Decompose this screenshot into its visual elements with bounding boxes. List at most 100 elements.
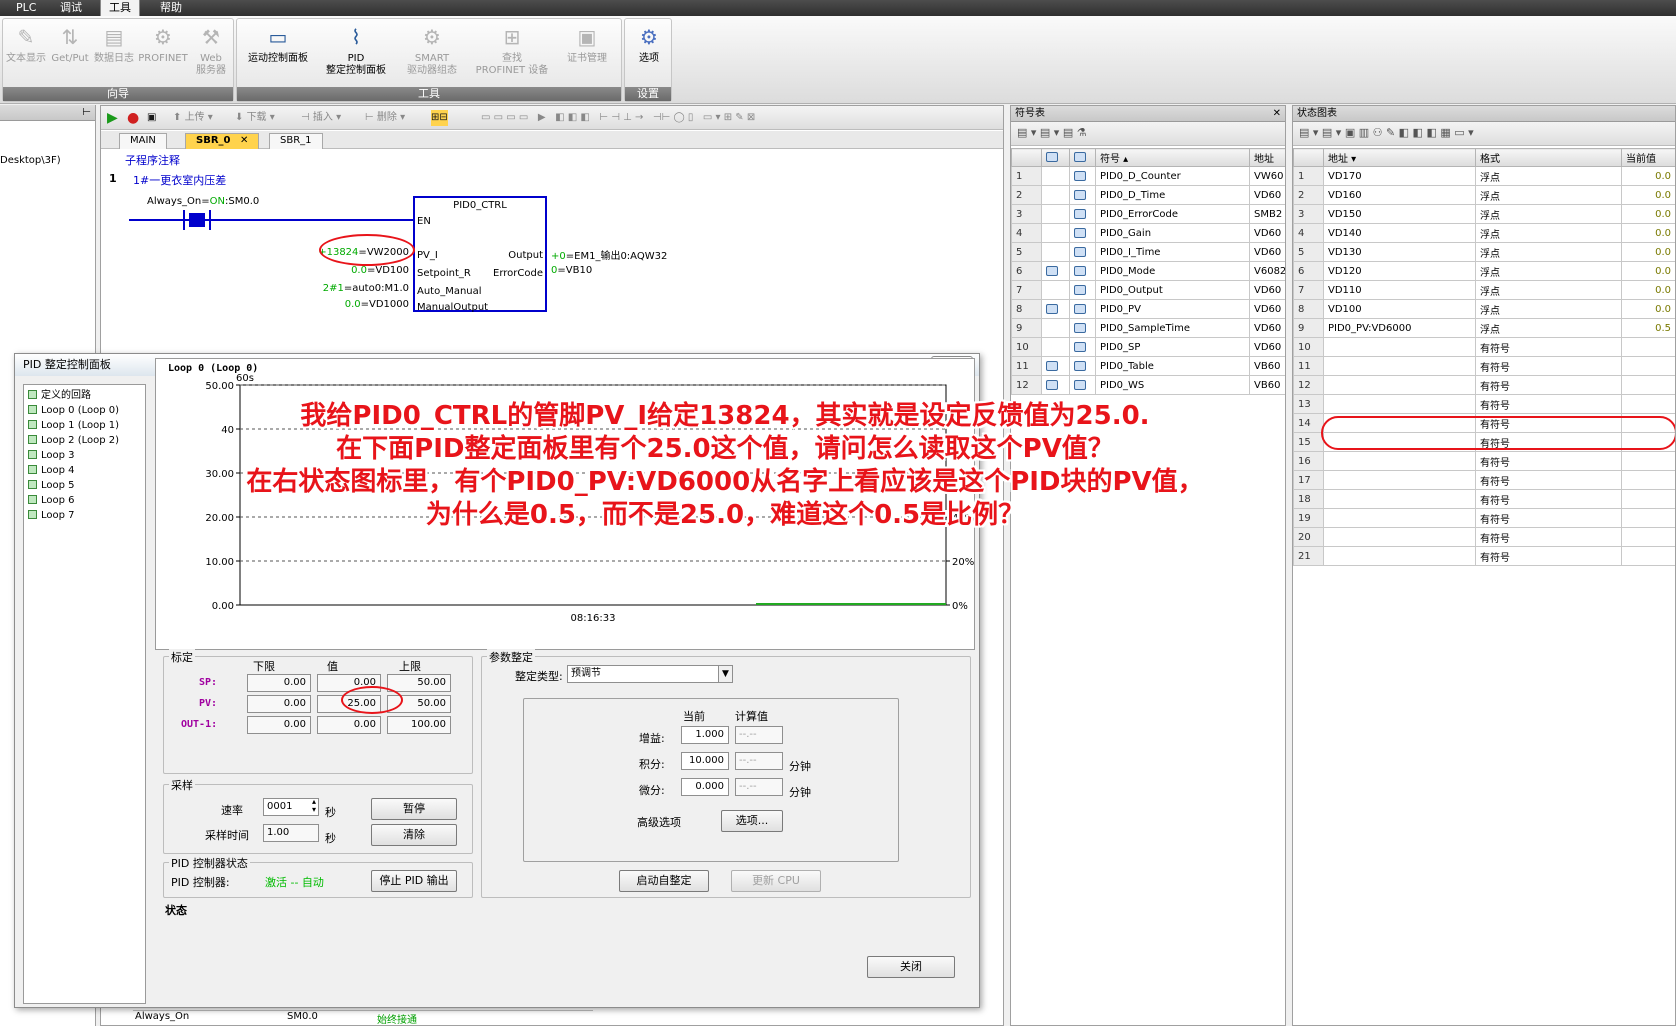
address-cell[interactable]: VD60 [1249, 318, 1285, 338]
clear-button[interactable]: 清除 [371, 824, 457, 846]
address-cell[interactable]: VD120 [1323, 261, 1476, 281]
address-cell[interactable]: VD170 [1323, 166, 1476, 186]
subroutine-comment[interactable]: 子程序注释 [125, 152, 180, 168]
format-cell[interactable]: 有符号 [1475, 508, 1622, 528]
tab-sbr1[interactable]: SBR_1 [269, 133, 323, 149]
address-cell[interactable]: VD60 [1249, 185, 1285, 205]
update-cpu-button[interactable]: 更新 CPU [731, 870, 821, 892]
menu-tools[interactable]: 工具 [100, 0, 140, 16]
table-row[interactable]: 1 VD170 浮点 0.0 [1293, 166, 1675, 186]
toolbar-icons[interactable]: ▤ ▾ ▤ ▾ ▤ ⚗ [1017, 126, 1087, 139]
symbol-cell[interactable]: PID0_WS [1095, 375, 1250, 395]
cert-manager-button[interactable]: ▣ 证书管理 [555, 23, 619, 65]
format-cell[interactable]: 浮点 [1475, 280, 1622, 300]
format-cell[interactable]: 浮点 [1475, 185, 1622, 205]
col-address[interactable]: 地址 [1249, 148, 1285, 167]
address-cell[interactable] [1323, 470, 1476, 490]
input-auto-manual[interactable]: 2#1=auto0:M1.0 [323, 283, 409, 294]
format-cell[interactable]: 浮点 [1475, 261, 1622, 281]
symbol-cell[interactable]: PID0_Output [1095, 280, 1250, 300]
toolbar-icons[interactable]: ▤ ▾ ▤ ▾ ▣ ▥ ⚇ ✎ ◧ ◧ ◧ ▦ ▭ ▾ [1299, 126, 1474, 139]
chevron-down-icon[interactable]: ▼ [718, 666, 732, 682]
table-row[interactable]: 6 VD120 浮点 0.0 [1293, 261, 1675, 281]
table-row[interactable]: 20 有符号 [1293, 527, 1675, 547]
spinner-arrows-icon[interactable]: ▴ ▾ [312, 798, 316, 814]
address-cell[interactable]: VD100 [1323, 299, 1476, 319]
format-cell[interactable]: 浮点 [1475, 242, 1622, 262]
format-cell[interactable]: 浮点 [1475, 223, 1622, 243]
address-cell[interactable]: VD60 [1249, 280, 1285, 300]
table-row[interactable]: 3 VD150 浮点 0.0 [1293, 204, 1675, 224]
table-row[interactable]: 10 有符号 [1293, 337, 1675, 357]
profinet-wizard-button[interactable]: ⚙ PROFINET [137, 23, 189, 65]
symbol-cell[interactable]: PID0_I_Time [1095, 242, 1250, 262]
col-address[interactable]: 地址 ▾ [1323, 148, 1476, 167]
integral-field[interactable]: 10.000 [681, 752, 729, 770]
close-button[interactable]: 关闭 [867, 956, 955, 978]
table-row[interactable]: 21 有符号 [1293, 546, 1675, 566]
address-cell[interactable]: VB60 [1249, 375, 1285, 395]
format-cell[interactable]: 有符号 [1475, 356, 1622, 376]
table-row[interactable]: 12 PID0_WS VB60 [1011, 375, 1285, 395]
upload-button[interactable]: ⬆ 上传 ▾ [173, 110, 213, 126]
loop-root-item[interactable]: 定义的回路 [28, 389, 91, 403]
format-cell[interactable]: 有符号 [1475, 470, 1622, 490]
table-row[interactable]: 2 PID0_D_Time VD60 [1011, 185, 1285, 205]
address-cell[interactable]: VD160 [1323, 185, 1476, 205]
close-tab-icon[interactable]: ✕ [240, 135, 248, 146]
format-cell[interactable]: 浮点 [1475, 299, 1622, 319]
loop-item[interactable]: Loop 4 [28, 464, 75, 478]
tab-main[interactable]: MAIN [119, 133, 167, 149]
address-cell[interactable]: VD110 [1323, 280, 1476, 300]
rate-spinner[interactable]: 0001 ▴ ▾ [263, 798, 319, 816]
symbol-cell[interactable]: PID0_D_Time [1095, 185, 1250, 205]
compile-icon[interactable]: ▣ [147, 110, 156, 126]
format-cell[interactable]: 浮点 [1475, 318, 1622, 338]
col-symbol[interactable]: 符号 ▴ [1095, 148, 1250, 167]
address-cell[interactable]: VD150 [1323, 204, 1476, 224]
options-dialog-button[interactable]: 选项... [721, 810, 783, 832]
table-row[interactable]: 9 PID0_PV:VD6000 浮点 0.5 [1293, 318, 1675, 338]
address-cell[interactable]: V6082 [1249, 261, 1285, 281]
address-cell[interactable]: VD60 [1249, 223, 1285, 243]
web-server-button[interactable]: ⚒ Web 服务器 [189, 23, 233, 77]
motion-panel-button[interactable]: ▭ 运动控制面板 [239, 23, 317, 65]
loop-item[interactable]: Loop 5 [28, 479, 75, 493]
col-format[interactable]: 格式 [1475, 148, 1622, 167]
input-setpoint[interactable]: 0.0=VD100 [351, 265, 409, 276]
loop-item[interactable]: Loop 1 (Loop 1) [28, 419, 119, 433]
monitor-icon[interactable]: ⊞⊟ [431, 110, 448, 126]
start-autotune-button[interactable]: 启动自整定 [619, 870, 709, 892]
col-current-value[interactable]: 当前值 [1621, 148, 1675, 167]
download-button[interactable]: ⬇ 下载 ▾ [235, 110, 275, 126]
menu-help[interactable]: 帮助 [152, 0, 190, 16]
address-cell[interactable]: VD60 [1249, 242, 1285, 262]
address-cell[interactable] [1323, 394, 1476, 414]
delete-button[interactable]: ⊢ 删除 ▾ [365, 110, 405, 126]
tuning-type-select[interactable]: 预调节 ▼ [567, 665, 733, 683]
loop-item[interactable]: Loop 7 [28, 509, 75, 523]
symbol-cell[interactable]: PID0_Mode [1095, 261, 1250, 281]
table-row[interactable]: 18 有符号 [1293, 489, 1675, 509]
table-row[interactable]: 12 有符号 [1293, 375, 1675, 395]
pid-panel-button[interactable]: ⌇ PID 整定控制面板 [319, 23, 393, 77]
symbol-cell[interactable]: PID0_D_Counter [1095, 166, 1250, 186]
symbol-cell[interactable]: PID0_Table [1095, 356, 1250, 376]
pause-button[interactable]: 暂停 [371, 798, 457, 820]
output-aqw[interactable]: +0=EM1_输出0:AQW32 [551, 247, 667, 262]
address-cell[interactable] [1323, 337, 1476, 357]
address-cell[interactable] [1323, 527, 1476, 547]
table-row[interactable]: 19 有符号 [1293, 508, 1675, 528]
table-row[interactable]: 8 PID0_PV VD60 [1011, 299, 1285, 319]
tab-sbr0[interactable]: SBR_0 ✕ [185, 133, 260, 149]
format-cell[interactable]: 有符号 [1475, 337, 1622, 357]
table-row[interactable]: 17 有符号 [1293, 470, 1675, 490]
address-cell[interactable]: VD130 [1323, 242, 1476, 262]
symbol-cell[interactable]: PID0_Gain [1095, 223, 1250, 243]
loop-item[interactable]: Loop 6 [28, 494, 75, 508]
address-cell[interactable] [1323, 375, 1476, 395]
loop-item[interactable]: Loop 0 (Loop 0) [28, 404, 119, 418]
insert-button[interactable]: ⊣ 插入 ▾ [301, 110, 341, 126]
format-cell[interactable]: 有符号 [1475, 394, 1622, 414]
symbol-cell[interactable]: PID0_SampleTime [1095, 318, 1250, 338]
